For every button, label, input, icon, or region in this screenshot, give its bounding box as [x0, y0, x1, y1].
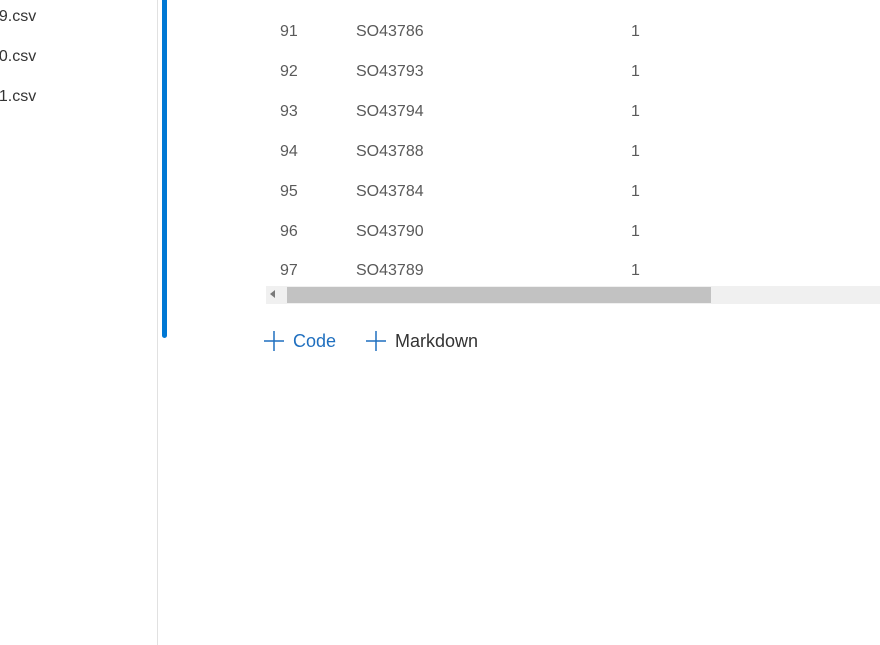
- quantity-cell: 1: [631, 143, 640, 160]
- quantity-cell: 1: [631, 223, 640, 240]
- order-number-cell: SO43784: [356, 183, 424, 200]
- table-row: 92 SO43793 1: [264, 52, 880, 92]
- order-number-cell: SO43793: [356, 63, 424, 80]
- file-item[interactable]: 21.csv: [0, 86, 36, 108]
- table-row: 95 SO43784 1: [264, 172, 880, 212]
- order-number-cell: SO43788: [356, 143, 424, 160]
- order-number-cell: SO43789: [356, 262, 424, 279]
- file-item[interactable]: 20.csv: [0, 46, 36, 68]
- add-code-cell-button[interactable]: Code: [263, 328, 336, 354]
- order-number-cell: SO43786: [356, 23, 424, 40]
- file-item-label: 21.csv: [0, 88, 37, 105]
- row-index: 92: [280, 63, 298, 80]
- chevron-left-icon[interactable]: [270, 290, 275, 298]
- order-number-cell: SO43794: [356, 103, 424, 120]
- quantity-cell: 1: [631, 103, 640, 120]
- plus-icon: [264, 331, 284, 351]
- scrollbar-thumb[interactable]: [287, 287, 711, 303]
- row-index: 93: [280, 103, 298, 120]
- add-markdown-cell-button[interactable]: Markdown: [365, 328, 478, 354]
- row-index: 96: [280, 223, 298, 240]
- quantity-cell: 1: [631, 183, 640, 200]
- add-markdown-label: Markdown: [395, 330, 479, 351]
- row-index: 94: [280, 143, 298, 160]
- row-index: 97: [280, 262, 298, 279]
- plus-icon: [366, 331, 386, 351]
- file-item[interactable]: 19.csv: [0, 6, 36, 28]
- table-row: 94 SO43788 1: [264, 132, 880, 172]
- quantity-cell: 1: [631, 63, 640, 80]
- notebook-window: 19.csv 20.csv 21.csv 91 SO43786 1 92 SO4…: [0, 0, 880, 645]
- quantity-cell: 1: [631, 23, 640, 40]
- table-row: 97 SO43789 1: [264, 251, 880, 279]
- active-cell-indicator: [162, 0, 167, 338]
- horizontal-scrollbar[interactable]: [266, 286, 880, 304]
- file-item-label: 20.csv: [0, 48, 37, 65]
- add-code-label: Code: [293, 330, 337, 351]
- table-row: 91 SO43786 1: [264, 12, 880, 52]
- row-index: 91: [280, 23, 298, 40]
- quantity-cell: 1: [631, 262, 640, 279]
- file-item-label: 19.csv: [0, 8, 37, 25]
- file-explorer-panel: 19.csv 20.csv 21.csv: [0, 0, 158, 645]
- order-number-cell: SO43790: [356, 223, 424, 240]
- table-row: 93 SO43794 1: [264, 92, 880, 132]
- row-index: 95: [280, 183, 298, 200]
- table-row: 96 SO43790 1: [264, 212, 880, 252]
